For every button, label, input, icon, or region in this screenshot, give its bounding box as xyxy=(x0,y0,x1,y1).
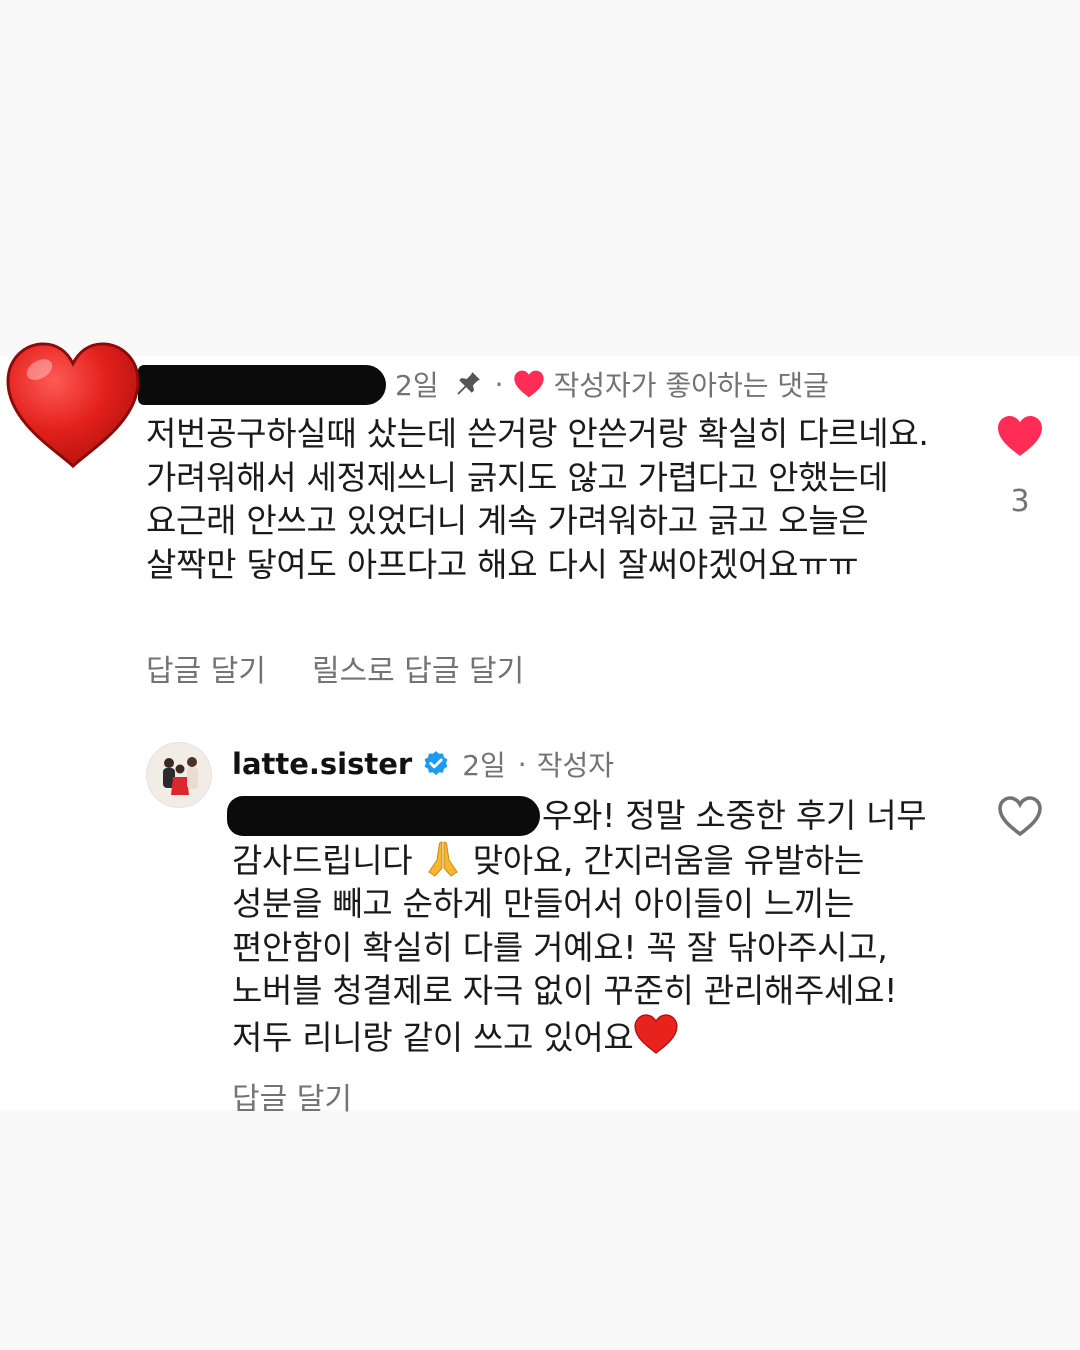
reels-reply-button[interactable]: 릴스로 답글 달기 xyxy=(312,646,524,690)
separator-dot: · xyxy=(494,367,504,401)
red-heart-emoji-icon xyxy=(634,1013,679,1054)
pin-icon xyxy=(456,372,480,395)
folded-hands-icon xyxy=(427,840,458,877)
comment-body: 저번공구하실때 샀는데 쓴거랑 안쓴거랑 확실히 다르네요. 가려워해서 세정제… xyxy=(146,414,929,584)
separator-dot: · xyxy=(517,747,527,781)
heart-outline-icon[interactable] xyxy=(996,794,1044,838)
comment-meta: 2일 · 작성자가 좋아하는 댓글 xyxy=(395,364,829,404)
heart-icon xyxy=(514,370,545,398)
redacted-mention xyxy=(227,796,540,836)
instagram-comment-screenshot: 2일 · 작성자가 좋아하는 댓글 저번공구하실때 샀는데 쓴거랑 안쓴거랑 확… xyxy=(0,0,1080,1350)
heart-filled-icon[interactable] xyxy=(996,414,1044,458)
author-label: 작성자 xyxy=(536,749,614,782)
red-heart-icon xyxy=(6,342,140,469)
verified-badge-icon xyxy=(424,751,448,775)
reply-button[interactable]: 답글 달기 xyxy=(232,1074,352,1118)
avatar[interactable] xyxy=(146,742,212,808)
reply-button[interactable]: 답글 달기 xyxy=(146,646,266,690)
reply-username[interactable]: latte.sister xyxy=(232,747,412,781)
like-count: 3 xyxy=(1010,484,1030,519)
comment-actions: 답글 달기 릴스로 답글 달기 xyxy=(146,646,524,690)
redacted-username xyxy=(138,365,386,405)
comment-time: 2일 xyxy=(395,369,439,402)
reply-meta: latte.sister 2일 · 작성자 xyxy=(232,742,614,786)
reply-time: 2일 xyxy=(462,749,506,782)
author-liked-label: 작성자가 좋아하는 댓글 xyxy=(553,369,829,402)
reply-actions: 답글 달기 xyxy=(232,1074,352,1118)
avatar-image xyxy=(147,743,211,807)
